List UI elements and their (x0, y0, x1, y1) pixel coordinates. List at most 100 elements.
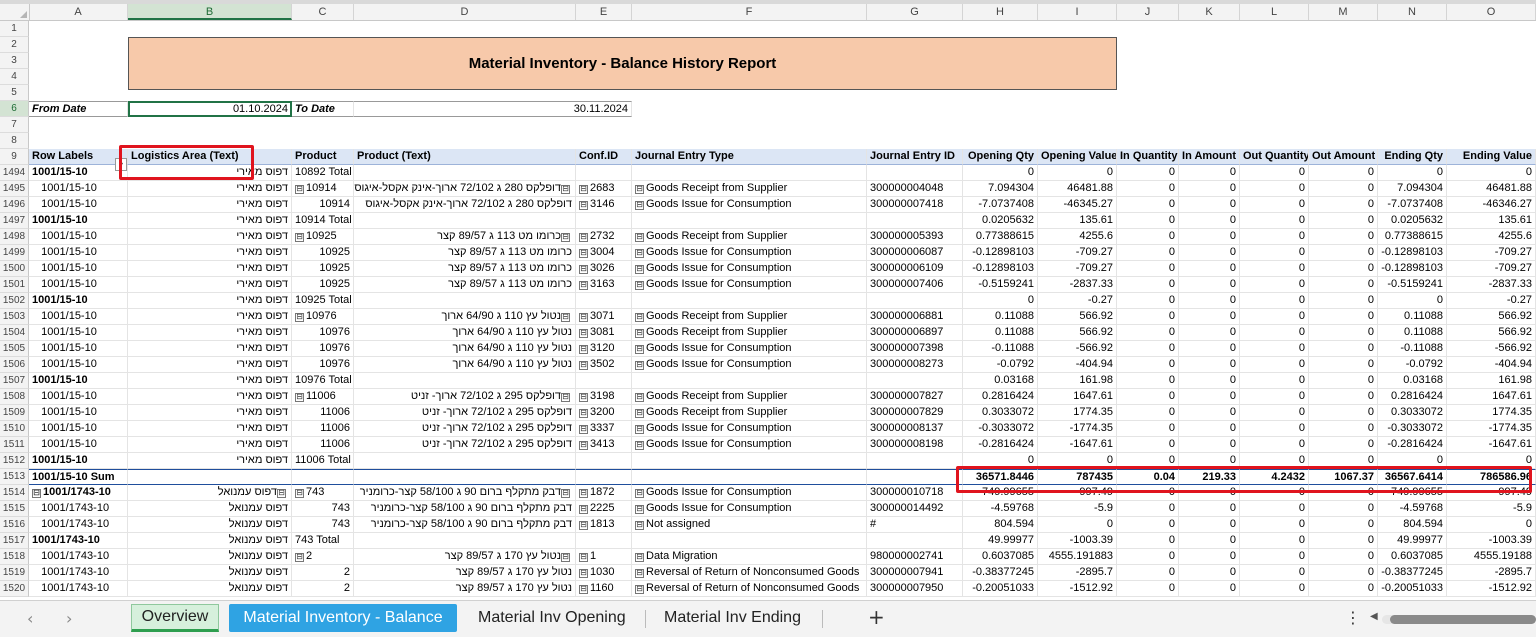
value-cell[interactable]: 219.33 (1179, 469, 1240, 485)
value-cell[interactable]: 161.98 (1447, 373, 1536, 389)
product-cell[interactable]: 10976 (292, 341, 354, 357)
logistics-area-cell[interactable]: ⊟דפוס עמנואל (128, 485, 292, 501)
value-cell[interactable]: 786586.96 (1447, 469, 1536, 485)
value-cell[interactable]: -0.3033072 (963, 421, 1038, 437)
value-cell[interactable]: 0 (1038, 453, 1117, 469)
journal-entry-type-cell[interactable]: ⊟ Goods Receipt from Supplier (632, 309, 867, 325)
product-cell[interactable]: 10914 (292, 197, 354, 213)
conf-id-cell[interactable] (576, 213, 632, 229)
row-label-cell[interactable]: 1001/1743-10 (29, 565, 128, 581)
value-cell[interactable]: 0 (1309, 325, 1378, 341)
tab-material-inv-ending[interactable]: Material Inv Ending (654, 604, 811, 632)
journal-entry-type-cell[interactable]: ⊟ Goods Issue for Consumption (632, 437, 867, 453)
value-cell[interactable]: -4.59768 (963, 501, 1038, 517)
collapse-toggle-icon[interactable]: ⊟ (579, 329, 588, 338)
value-cell[interactable]: 0 (1309, 421, 1378, 437)
collapse-toggle-icon[interactable]: ⊟ (579, 553, 588, 562)
row-number[interactable]: 2 (0, 37, 29, 53)
value-cell[interactable]: 0 (1179, 437, 1240, 453)
tab-scroll-left-icon[interactable]: ‹ (27, 609, 33, 628)
row-label-cell[interactable]: 1001/1743-10 (29, 501, 128, 517)
row-number[interactable]: 1510 (0, 421, 29, 437)
column-header-m[interactable]: M (1309, 4, 1378, 20)
row-number[interactable]: 1503 (0, 309, 29, 325)
row-number[interactable]: 8 (0, 133, 29, 149)
journal-entry-id-cell[interactable]: 300000007418 (867, 197, 963, 213)
value-cell[interactable]: 0 (1240, 549, 1309, 565)
value-cell[interactable]: 0 (1309, 501, 1378, 517)
product-cell[interactable]: ⊟ 10976 (292, 309, 354, 325)
product-cell[interactable]: ⊟ 743 (292, 485, 354, 501)
collapse-toggle-icon[interactable]: ⊟ (635, 361, 644, 370)
conf-id-cell[interactable]: ⊟ 1872 (576, 485, 632, 501)
row-number[interactable]: 1508 (0, 389, 29, 405)
value-cell[interactable]: 0 (1179, 485, 1240, 501)
header-cell[interactable]: Journal Entry ID (867, 149, 963, 165)
journal-entry-id-cell[interactable]: 300000007827 (867, 389, 963, 405)
logistics-area-cell[interactable]: דפוס מאירי (128, 245, 292, 261)
logistics-area-cell[interactable]: דפוס מאירי (128, 405, 292, 421)
conf-id-cell[interactable]: ⊟ 3198 (576, 389, 632, 405)
value-cell[interactable]: 0 (1179, 453, 1240, 469)
column-header-d[interactable]: D (354, 4, 576, 20)
collapse-toggle-icon[interactable]: ⊟ (635, 329, 644, 338)
value-cell[interactable]: 0 (1179, 325, 1240, 341)
row-label-cell[interactable]: 1001/15-10 (29, 309, 128, 325)
journal-entry-id-cell[interactable] (867, 373, 963, 389)
conf-id-cell[interactable]: ⊟ 2732 (576, 229, 632, 245)
journal-entry-type-cell[interactable]: ⊟ Goods Receipt from Supplier (632, 389, 867, 405)
logistics-area-cell[interactable]: דפוס מאירי (128, 309, 292, 325)
value-cell[interactable]: 0 (1117, 197, 1179, 213)
tab-material-inv-opening[interactable]: Material Inv Opening (468, 604, 636, 632)
value-cell[interactable]: 0 (1179, 405, 1240, 421)
value-cell[interactable]: 0 (1447, 165, 1536, 181)
row-label-cell[interactable]: ⊟ 1001/1743-10 (29, 485, 128, 501)
value-cell[interactable]: -0.5159241 (963, 277, 1038, 293)
value-cell[interactable]: 161.98 (1038, 373, 1117, 389)
conf-id-cell[interactable] (576, 533, 632, 549)
row-label-cell[interactable]: 1001/15-10 Sum (29, 469, 128, 485)
row-number[interactable]: 1512 (0, 453, 29, 469)
row-number[interactable]: 1516 (0, 517, 29, 533)
value-cell[interactable]: 49.99977 (963, 533, 1038, 549)
collapse-toggle-icon[interactable]: ⊟ (579, 201, 588, 210)
value-cell[interactable]: -997.49 (1447, 485, 1536, 501)
journal-entry-id-cell[interactable]: 300000006109 (867, 261, 963, 277)
value-cell[interactable]: 0 (1309, 341, 1378, 357)
value-cell[interactable]: 4555.19188 (1447, 549, 1536, 565)
row-label-cell[interactable]: 1001/1743-10 (29, 581, 128, 597)
value-cell[interactable]: 0 (1240, 181, 1309, 197)
collapse-toggle-icon[interactable]: ⊟ (579, 345, 588, 354)
collapse-toggle-icon[interactable]: ⊟ (295, 185, 304, 194)
value-cell[interactable]: 0 (1240, 517, 1309, 533)
value-cell[interactable]: 0 (1309, 389, 1378, 405)
conf-id-cell[interactable]: ⊟ 3413 (576, 437, 632, 453)
logistics-area-cell[interactable]: דפוס מאירי (128, 373, 292, 389)
value-cell[interactable]: 0 (1179, 501, 1240, 517)
conf-id-cell[interactable]: ⊟ 1030 (576, 565, 632, 581)
value-cell[interactable]: -0.38377245 (963, 565, 1038, 581)
value-cell[interactable]: 0.2816424 (1378, 389, 1447, 405)
value-cell[interactable]: 0 (1117, 181, 1179, 197)
journal-entry-type-cell[interactable]: ⊟ Goods Issue for Consumption (632, 485, 867, 501)
value-cell[interactable]: -1512.92 (1447, 581, 1536, 597)
collapse-toggle-icon[interactable]: ⊟ (561, 313, 570, 322)
product-cell[interactable]: 10925 (292, 277, 354, 293)
logistics-area-cell[interactable]: דפוס מאירי (128, 277, 292, 293)
value-cell[interactable]: -0.5159241 (1378, 277, 1447, 293)
conf-id-cell[interactable] (576, 293, 632, 309)
collapse-toggle-icon[interactable]: ⊟ (579, 489, 588, 498)
product-cell[interactable]: 743 (292, 517, 354, 533)
column-header-a[interactable]: A (29, 4, 128, 20)
journal-entry-type-cell[interactable] (632, 469, 867, 485)
value-cell[interactable]: 36571.8446 (963, 469, 1038, 485)
value-cell[interactable]: 566.92 (1038, 325, 1117, 341)
value-cell[interactable]: 0 (1309, 373, 1378, 389)
value-cell[interactable]: -2895.7 (1038, 565, 1117, 581)
value-cell[interactable]: 0 (1240, 165, 1309, 181)
value-cell[interactable]: 4.2432 (1240, 469, 1309, 485)
value-cell[interactable]: 0 (963, 453, 1038, 469)
collapse-toggle-icon[interactable]: ⊟ (635, 345, 644, 354)
value-cell[interactable]: 0 (1309, 309, 1378, 325)
value-cell[interactable]: 0 (1309, 533, 1378, 549)
